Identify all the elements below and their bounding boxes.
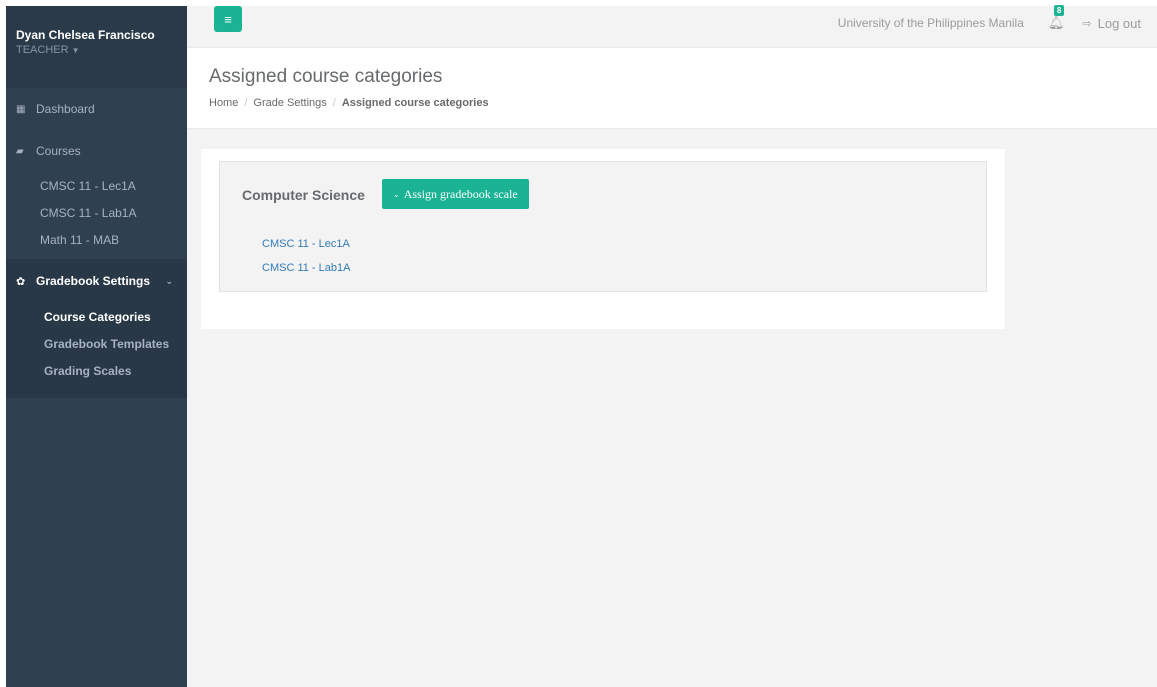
breadcrumb-separator: / xyxy=(332,97,336,109)
user-name: Dyan Chelsea Francisco xyxy=(16,28,155,42)
sidebar: Dyan Chelsea Francisco TEACHER ▼ ▦ Dashbo… xyxy=(6,6,187,687)
page-heading: Assigned course categories Home / Grade Se… xyxy=(187,48,1157,129)
app-shell: Dyan Chelsea Francisco TEACHER ▼ ▦ Dashbo… xyxy=(6,5,1157,687)
top-right-group: University of the Philippines Manila 🔔︎ … xyxy=(837,5,1141,31)
sidebar-item-courses[interactable]: ▰ Courses xyxy=(6,130,187,172)
bell-icon: 🔔︎ xyxy=(1047,15,1065,30)
user-role-dropdown[interactable]: TEACHER ▼ xyxy=(16,44,187,56)
assign-button-label: Assign gradebook scale xyxy=(403,186,518,201)
menu-toggle-button[interactable]: ≡ xyxy=(214,6,242,32)
user-role: TEACHER xyxy=(16,44,69,56)
course-link[interactable]: CMSC 11 - Lec1A xyxy=(262,238,350,250)
sidebar-item-label: Dashboard xyxy=(36,102,95,116)
sign-out-icon: ⇨ xyxy=(1082,17,1092,30)
breadcrumb: Home / Grade Settings / Assigned course cate… xyxy=(209,97,1157,109)
sidebar-course-item[interactable]: Math 11 - MAB xyxy=(6,226,187,253)
university-name: University of the Philippines Manila xyxy=(837,16,1024,30)
grid-icon: ▦ xyxy=(16,103,26,115)
content-panel: Computer Science ⌄ Assign gradebook scal… xyxy=(201,149,1005,329)
sidebar-item-gradebook-templates[interactable]: Gradebook Templates xyxy=(6,330,187,357)
course-link[interactable]: CMSC 11 - Lab1A xyxy=(262,262,350,274)
top-navbar: ≡ University of the Philippines Manila 🔔… xyxy=(187,5,1157,48)
breadcrumb-current: Assigned course categories xyxy=(341,97,489,109)
notification-count-badge: 8 xyxy=(1053,5,1065,16)
profile-block[interactable]: Dyan Chelsea Francisco TEACHER ▼ xyxy=(6,6,187,88)
breadcrumb-separator: / xyxy=(244,97,248,109)
main-content: ≡ University of the Philippines Manila 🔔… xyxy=(187,5,1157,687)
sidebar-item-gradebook-settings[interactable]: ✿ Gradebook Settings ⌄ xyxy=(6,259,187,303)
page-title: Assigned course categories xyxy=(209,66,443,87)
caret-down-icon: ▼ xyxy=(71,46,80,55)
sidebar-item-label: Gradebook Settings xyxy=(36,274,151,288)
sidebar-item-grading-scales[interactable]: Grading Scales xyxy=(6,357,187,384)
gradebook-settings-group: ✿ Gradebook Settings ⌄ Course Categories… xyxy=(6,259,187,398)
chevron-down-icon: ⌄ xyxy=(393,189,400,199)
sidebar-item-label: Courses xyxy=(36,144,81,158)
assign-gradebook-scale-button[interactable]: ⌄ Assign gradebook scale xyxy=(382,179,529,209)
category-name: Computer Science xyxy=(242,187,365,203)
hamburger-menu-icon: ≡ xyxy=(224,11,232,27)
book-icon: ▰ xyxy=(16,145,24,157)
sidebar-course-item[interactable]: CMSC 11 - Lec1A xyxy=(6,172,187,199)
breadcrumb-home[interactable]: Home xyxy=(209,97,238,109)
breadcrumb-grade-settings[interactable]: Grade Settings xyxy=(253,97,326,109)
gear-icon: ✿ xyxy=(16,275,26,288)
sidebar-item-dashboard[interactable]: ▦ Dashboard xyxy=(6,88,187,130)
chevron-down-icon: ⌄ xyxy=(165,275,173,286)
logout-link[interactable]: Log out xyxy=(1098,16,1141,31)
sidebar-item-course-categories[interactable]: Course Categories xyxy=(6,303,187,330)
notifications-button[interactable]: 🔔︎ 8 xyxy=(1047,5,1065,31)
category-card: Computer Science ⌄ Assign gradebook scal… xyxy=(219,161,987,292)
sidebar-course-item[interactable]: CMSC 11 - Lab1A xyxy=(6,199,187,226)
